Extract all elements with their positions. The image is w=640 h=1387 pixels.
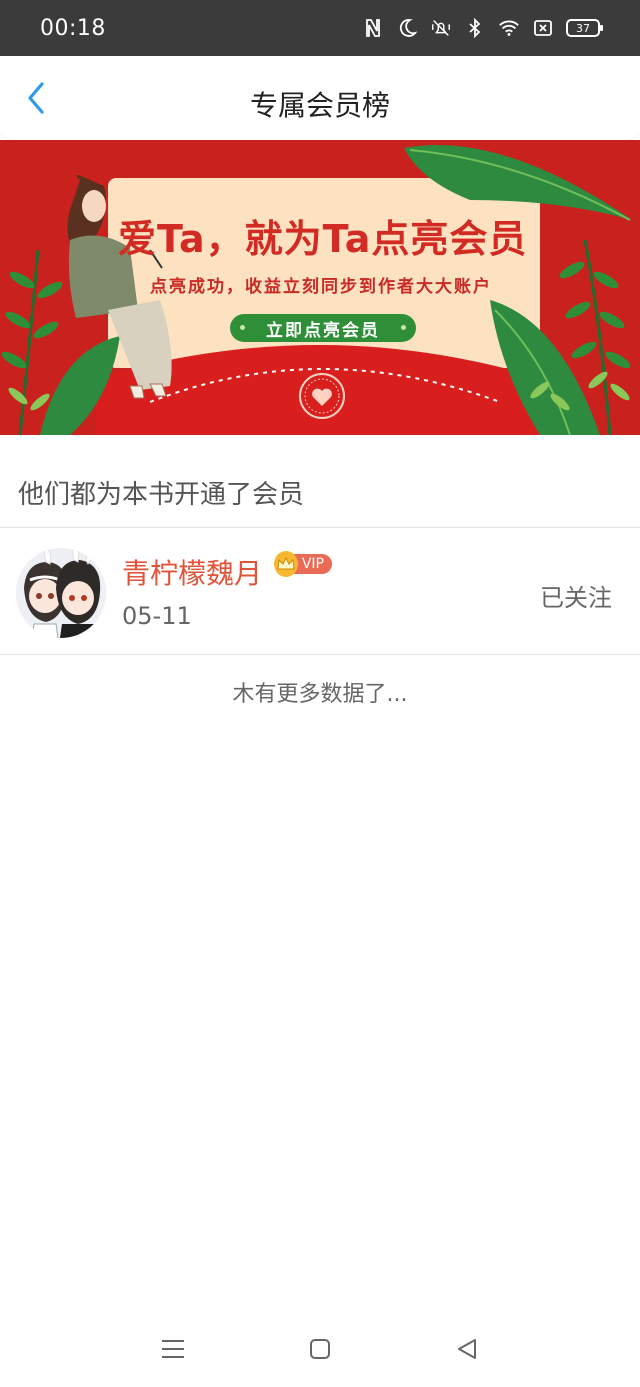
member-date: 05-11 (122, 602, 192, 630)
system-nav-bar (0, 1310, 640, 1387)
avatar-image (16, 548, 106, 638)
back-triangle-icon (457, 1338, 476, 1359)
section-heading: 他们都为本书开通了会员 (18, 480, 305, 510)
status-bar: 00:18 37 (0, 0, 640, 56)
header: 专属会员榜 (0, 56, 640, 140)
home-button[interactable] (300, 1329, 340, 1369)
divider (0, 654, 640, 655)
menu-icon (162, 1339, 185, 1358)
light-up-membership-button[interactable]: 立即点亮会员 (230, 314, 416, 342)
crown-icon (274, 551, 298, 577)
status-icons: 37 (362, 17, 603, 39)
nfc-icon (362, 17, 384, 39)
sim-error-icon (532, 17, 554, 39)
banner-headline: 爱Ta，就为Ta点亮会员 (118, 217, 528, 261)
vibrate-off-icon (430, 17, 452, 39)
member-name[interactable]: 青柠檬魏月 (122, 552, 262, 592)
menu-button[interactable] (153, 1329, 193, 1369)
banner-subtitle: 点亮成功，收益立刻同步到作者大大账户 (150, 277, 492, 297)
system-back-button[interactable] (447, 1329, 487, 1369)
do-not-disturb-icon (396, 17, 418, 39)
wifi-icon (498, 17, 520, 39)
list-end-text: 木有更多数据了... (232, 682, 408, 707)
member-row[interactable]: 青柠檬魏月 VIP 05-11 已关注 (0, 528, 640, 654)
follow-button[interactable]: 已关注 (540, 578, 612, 613)
vip-badge: VIP (274, 551, 332, 577)
bluetooth-icon (464, 17, 486, 39)
battery-icon: 37 (566, 19, 603, 37)
status-time: 00:18 (40, 15, 106, 41)
page-title: 专属会员榜 (249, 89, 390, 122)
home-icon (309, 1338, 330, 1359)
avatar[interactable] (16, 548, 106, 638)
membership-banner[interactable]: 爱Ta，就为Ta点亮会员 点亮成功，收益立刻同步到作者大大账户 立即点亮会员 (0, 140, 640, 435)
